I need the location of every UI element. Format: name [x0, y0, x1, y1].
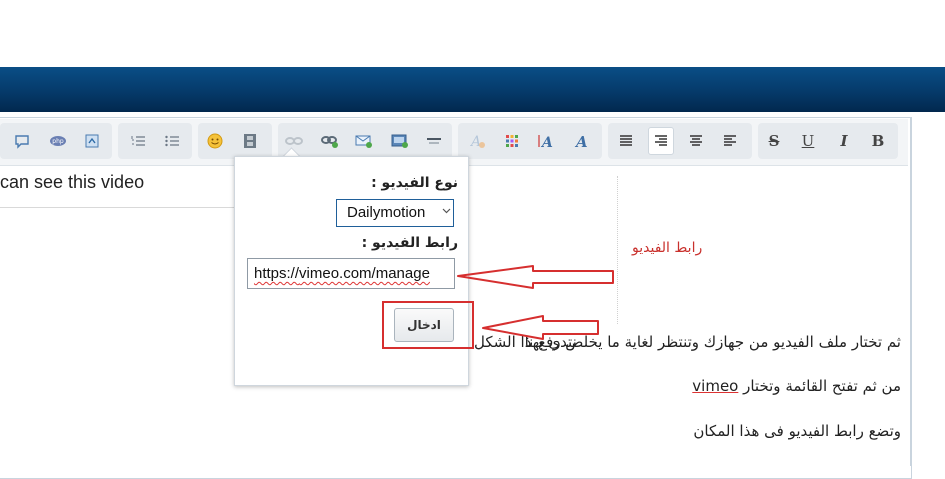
svg-text:php: php [52, 138, 64, 145]
bold-button[interactable]: B [866, 128, 890, 154]
italic-button[interactable]: I [832, 128, 856, 154]
insert-image-icon[interactable] [388, 128, 412, 154]
insert-email-icon[interactable] [352, 128, 376, 154]
align-center-icon[interactable] [684, 128, 708, 154]
url-rest-text: vimeo.com/manage [299, 265, 430, 282]
unordered-list-icon[interactable] [160, 128, 184, 154]
video-url-label: رابط الفيديو : [361, 235, 458, 251]
arrow-to-url-input [457, 265, 614, 289]
film-video-icon[interactable] [238, 128, 262, 154]
color-grid-icon[interactable] [500, 128, 524, 154]
paragraph-line-2-text: من ثم تفتح القائمة وتختار [738, 377, 901, 395]
editor-right-border [910, 117, 911, 466]
video-url-input[interactable]: https://vimeo.com/manage [247, 258, 455, 289]
ordered-list-icon[interactable] [126, 128, 150, 154]
svg-text:A: A [574, 133, 588, 149]
arrow-to-submit-button [482, 315, 599, 340]
video-type-select[interactable]: Dailymotion [336, 199, 454, 227]
speech-bubble-icon[interactable] [10, 128, 34, 154]
chevron-down-icon [442, 204, 451, 218]
font-size-icon[interactable]: A [534, 128, 558, 154]
editor-divider [0, 207, 236, 208]
remove-format-icon[interactable]: A [466, 128, 490, 154]
php-icon[interactable]: php [46, 128, 70, 154]
align-left-icon[interactable] [718, 128, 742, 154]
video-type-value: Dailymotion [347, 204, 426, 221]
vimeo-link-text: vimeo [692, 377, 739, 395]
paragraph-line-3: وتضع رابط الفيديو فى هذا المكان [693, 422, 901, 440]
arrow-annotations [457, 265, 614, 340]
strikethrough-button[interactable]: S [762, 128, 786, 154]
paragraph-line-2: من ثم تفتح القائمة وتختار vimeo [692, 377, 901, 395]
editor-content-text: can see this video [0, 172, 145, 192]
url-prefix-text: https:// [254, 265, 300, 282]
video-type-label: نوع الفيديو : [371, 175, 458, 191]
annotation-label: رابط الفيديو [632, 240, 703, 256]
align-right-icon[interactable] [648, 127, 674, 155]
font-family-icon[interactable]: A [570, 128, 594, 154]
horizontal-rule-icon[interactable] [422, 128, 446, 154]
svg-text:A: A [469, 134, 481, 149]
svg-text:A: A [540, 135, 553, 149]
code-icon[interactable] [80, 128, 104, 154]
underline-button[interactable]: U [796, 128, 820, 154]
insert-link-icon[interactable] [318, 128, 342, 154]
justify-icon[interactable] [614, 128, 638, 154]
smiley-icon[interactable] [203, 128, 227, 154]
site-header-bar [0, 67, 945, 112]
